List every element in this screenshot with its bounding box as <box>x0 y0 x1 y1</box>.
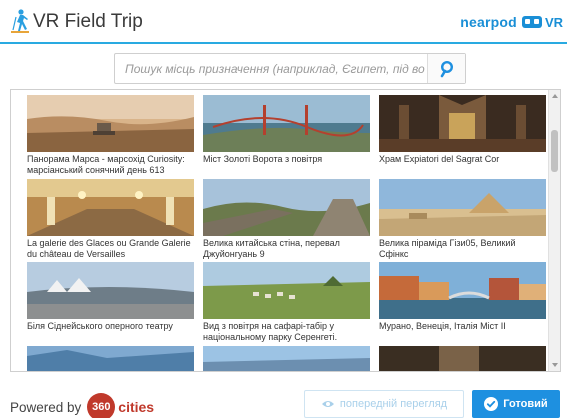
preview-button[interactable]: попередній перегляд <box>304 390 464 418</box>
destination-thumbnail <box>27 346 194 371</box>
destination-tile[interactable] <box>379 346 546 371</box>
destination-thumbnail <box>203 262 370 319</box>
search-button[interactable] <box>427 54 465 83</box>
destination-tile-great-wall[interactable]: Велика китайська стіна, перевал Джуйонгу… <box>203 179 370 259</box>
vr-goggles-icon <box>521 16 542 28</box>
check-circle-icon <box>484 397 499 411</box>
powered-by-label: Powered by <box>10 399 82 415</box>
destination-thumbnail <box>203 179 370 236</box>
destination-tile-versailles[interactable]: La galerie des Glaces ou Grande Galerie … <box>27 179 194 259</box>
destination-thumbnail <box>379 262 546 319</box>
destination-thumbnail <box>203 346 370 371</box>
destination-tile-sagrat-cor[interactable]: Храм Expiatori del Sagrat Cor <box>379 95 546 165</box>
destination-caption: Велика китайська стіна, перевал Джуйонгу… <box>203 238 340 259</box>
header-bar: VR Field Trip nearpod VR <box>0 0 567 44</box>
app-title: VR Field Trip <box>33 11 143 32</box>
destination-thumbnail <box>27 179 194 236</box>
360cities-brand: cities <box>118 399 155 415</box>
destination-tile-golden-gate[interactable]: Міст Золоті Ворота з повітря <box>203 95 370 165</box>
scrollbar-thumb[interactable] <box>551 130 558 172</box>
destination-caption: Вид з повітря на сафарі-табір у націонал… <box>203 321 338 342</box>
gallery-scrollbar[interactable] <box>548 90 560 371</box>
destination-tile[interactable] <box>27 346 194 371</box>
destination-caption: Міст Золоті Ворота з повітря <box>203 154 323 164</box>
scroll-up-arrow-icon[interactable] <box>552 94 558 98</box>
destination-thumbnail <box>203 95 370 152</box>
destination-caption: Панорама Марса - марсохід Curiosity: мар… <box>27 154 185 175</box>
nearpod-logo: nearpod VR <box>460 12 563 32</box>
brand-name: nearpod <box>460 14 517 30</box>
search-icon <box>440 60 453 77</box>
scroll-down-arrow-icon[interactable] <box>552 363 558 367</box>
destination-thumbnail <box>27 95 194 152</box>
360cities-badge: 360 <box>87 393 116 418</box>
done-button-label: Готовий <box>503 398 548 410</box>
brand-vr-suffix: VR <box>544 14 563 30</box>
destination-caption: Велика піраміда Гізи05, Великий Сфінкс <box>379 238 516 259</box>
destination-caption: Біля Сіднейського оперного театру <box>27 321 173 331</box>
destination-tile-serengeti[interactable]: Вид з повітря на сафарі-табір у націонал… <box>203 262 370 342</box>
destination-thumbnail <box>379 179 546 236</box>
destination-tile-mars[interactable]: Панорама Марса - марсохід Curiosity: мар… <box>27 95 194 175</box>
destination-tile-pyramid[interactable]: Велика піраміда Гізи05, Великий Сфінкс <box>379 179 546 259</box>
eye-icon <box>321 401 334 407</box>
done-button[interactable]: Готовий <box>472 390 560 418</box>
destination-gallery: Панорама Марса - марсохід Curiosity: мар… <box>10 89 561 372</box>
destination-caption: La galerie des Glaces ou Grande Galerie … <box>27 238 191 259</box>
destination-caption: Мурано, Венеція, Італія Міст II <box>379 321 506 331</box>
destination-caption: Храм Expiatori del Sagrat Cor <box>379 154 500 164</box>
destination-tile-sydney[interactable]: Біля Сіднейського оперного театру <box>27 262 194 332</box>
preview-button-label: попередній перегляд <box>339 398 448 410</box>
powered-by-360cities: Powered by 360 cities <box>10 393 154 418</box>
destination-tile-murano[interactable]: Мурано, Венеція, Італія Міст II <box>379 262 546 332</box>
hiker-icon <box>11 9 29 33</box>
destination-thumbnail <box>27 262 194 319</box>
destination-thumbnail <box>379 95 546 152</box>
destination-tile[interactable] <box>203 346 370 371</box>
search-box <box>114 53 466 84</box>
destination-thumbnail <box>379 346 546 371</box>
search-input[interactable] <box>115 54 427 83</box>
